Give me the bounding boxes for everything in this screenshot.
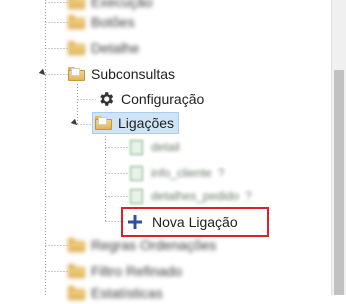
folder-icon	[68, 15, 85, 29]
document-icon	[130, 188, 143, 204]
tree-item-label: Subconsultas	[91, 66, 176, 82]
tree-item-label: Regras Ordenações	[91, 237, 217, 253]
document-icon	[130, 139, 143, 155]
folder-icon	[68, 0, 85, 9]
tree-item-ligacoes[interactable]: Ligações	[92, 112, 180, 134]
folder-icon	[68, 286, 85, 300]
tree-item-label: Detalhe	[91, 40, 140, 56]
selected-item-highlight: Ligações	[92, 112, 180, 134]
tree-item-label: Execução	[91, 0, 153, 10]
tree-item-label: Botões	[91, 14, 135, 30]
tree-item-label: Estatísticas	[91, 285, 163, 301]
tree-item-botoes[interactable]: Botões	[68, 11, 135, 33]
help-icon[interactable]: ?	[245, 189, 252, 203]
gear-icon	[100, 92, 114, 106]
tree-item-filtro[interactable]: Filtro Refinado	[68, 260, 182, 282]
folder-open-icon	[95, 116, 112, 130]
tree-item-estatisticas[interactable]: Estatísticas	[68, 282, 163, 304]
vertical-scrollbar[interactable]	[331, 0, 346, 295]
tree-item-link[interactable]: info_cliente ?	[130, 162, 224, 184]
document-icon	[130, 165, 143, 181]
tree-item-configuracao[interactable]: Configuração	[97, 88, 204, 110]
tree-item-link[interactable]: detail	[130, 136, 180, 158]
tree-item-label: Configuração	[121, 91, 205, 107]
folder-icon	[68, 41, 85, 55]
tree-item-subconsultas[interactable]: Subconsultas	[68, 63, 175, 85]
tree-item-label: Filtro Refinado	[91, 263, 183, 279]
tree-item-regras[interactable]: Regras Ordenações	[68, 234, 216, 256]
tree-item-label: info_cliente	[151, 166, 212, 180]
folder-open-icon	[68, 67, 85, 81]
folder-icon	[68, 264, 85, 278]
tree-item-label: detalhes_pedido	[151, 189, 240, 203]
tree-item-detalhe[interactable]: Detalhe	[68, 37, 139, 59]
highlight-annotation-box	[121, 207, 269, 237]
tree-item-label: detail	[151, 140, 180, 154]
tree-item-label: Ligações	[118, 115, 175, 131]
navigation-tree: Execução Botões Detalhe Subconsultas Con…	[0, 0, 330, 301]
scrollbar-thumb[interactable]	[334, 70, 344, 295]
tree-item-link[interactable]: detalhes_pedido ?	[130, 185, 252, 207]
help-icon[interactable]: ?	[218, 166, 225, 180]
folder-icon	[68, 238, 85, 252]
